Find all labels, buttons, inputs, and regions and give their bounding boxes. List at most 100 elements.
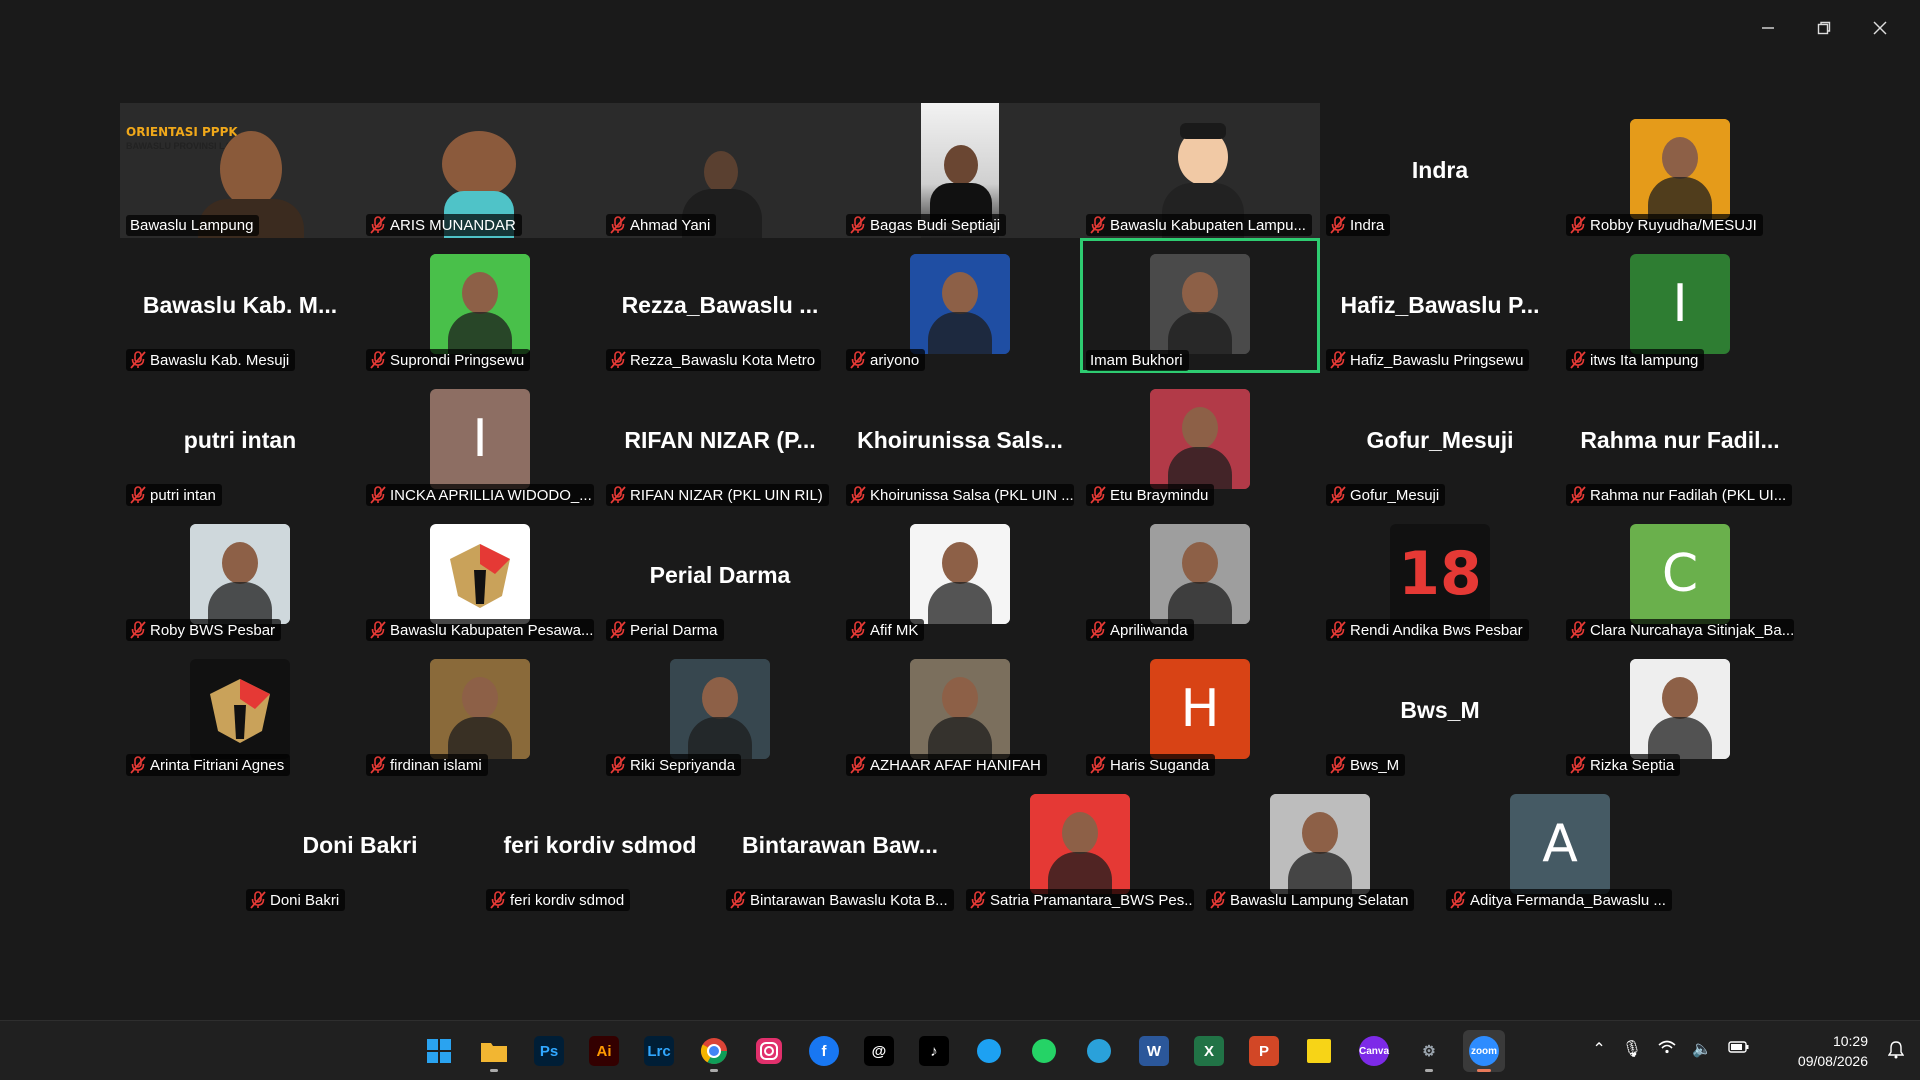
- participant-name-label: Rezza_Bawaslu Kota Metro: [606, 349, 822, 371]
- participant-tile[interactable]: ARIS MUNANDAR: [360, 103, 600, 238]
- gallery-row: Arinta Fitriani Agnes firdinan islami Riki…: [120, 643, 1800, 778]
- participant-tile[interactable]: Bawaslu Kabupaten Lampu...: [1080, 103, 1320, 238]
- participant-tile[interactable]: AZHAAR AFAF HANIFAH: [840, 643, 1080, 778]
- battery-icon[interactable]: [1728, 1040, 1750, 1058]
- participant-name: Bawaslu Lampung Selatan: [1230, 891, 1409, 909]
- participant-tile[interactable]: Bawaslu Kabupaten Pesawa...: [360, 508, 600, 643]
- taskbar-facebook-button[interactable]: f: [803, 1030, 845, 1072]
- participant-tile[interactable]: C Clara Nurcahaya Sitinjak_Ba...: [1560, 508, 1800, 643]
- taskbar-excel-button[interactable]: X: [1188, 1030, 1230, 1072]
- taskbar-sticky-notes-button[interactable]: [1298, 1030, 1340, 1072]
- muted-mic-icon: [370, 621, 386, 639]
- taskbar-instagram-button[interactable]: [748, 1030, 790, 1072]
- participant-tile[interactable]: Apriliwanda: [1080, 508, 1320, 643]
- taskbar-chrome-button[interactable]: [693, 1030, 735, 1072]
- participant-tile[interactable]: firdinan islami: [360, 643, 600, 778]
- participant-tile[interactable]: H Haris Suganda: [1080, 643, 1320, 778]
- participant-tile[interactable]: ORIENTASI PPPK BAWASLU PROVINSI LA Bawaslu…: [120, 103, 360, 238]
- participant-tile[interactable]: Indra Indra: [1320, 103, 1560, 238]
- participant-tile[interactable]: Gofur_Mesuji Gofur_Mesuji: [1320, 373, 1560, 508]
- taskbar-powerpoint-button[interactable]: P: [1243, 1030, 1285, 1072]
- participant-tile[interactable]: feri kordiv sdmod feri kordiv sdmod: [480, 778, 720, 913]
- participant-tile[interactable]: Robby Ruyudha/MESUJI: [1560, 103, 1800, 238]
- taskbar-canva-button[interactable]: Canva: [1353, 1030, 1395, 1072]
- participant-tile[interactable]: Etu Braymindu: [1080, 373, 1320, 508]
- participant-tile[interactable]: Bawaslu Kab. M... Bawaslu Kab. Mesuji: [120, 238, 360, 373]
- participant-tile[interactable]: Arinta Fitriani Agnes: [120, 643, 360, 778]
- taskbar-file-explorer-button[interactable]: [473, 1030, 515, 1072]
- gallery-row: putri intan putri intan I INCKA APRILLIA WI…: [120, 373, 1800, 508]
- participant-tile[interactable]: Riki Sepriyanda: [600, 643, 840, 778]
- participant-tile[interactable]: Roby BWS Pesbar: [120, 508, 360, 643]
- participant-tile[interactable]: I INCKA APRILLIA WIDODO_...: [360, 373, 600, 508]
- taskbar-twitter-button[interactable]: [968, 1030, 1010, 1072]
- participant-tile[interactable]: Bws_M Bws_M: [1320, 643, 1560, 778]
- chevron-up-icon[interactable]: ⌃: [1592, 1039, 1605, 1059]
- participant-name: Bawaslu Lampung: [130, 217, 254, 234]
- participant-name: Apriliwanda: [1110, 621, 1188, 639]
- participant-tile[interactable]: Satria Pramantara_BWS Pes...: [960, 778, 1200, 913]
- participant-tile[interactable]: Khoirunissa Sals... Khoirunissa Salsa (PK…: [840, 373, 1080, 508]
- taskbar-tiktok-button[interactable]: ♪: [913, 1030, 955, 1072]
- participant-tile[interactable]: RIFAN NIZAR (P... RIFAN NIZAR (PKL UIN RI…: [600, 373, 840, 508]
- participant-name: Roby BWS Pesbar: [150, 621, 276, 639]
- taskbar-settings-button[interactable]: ⚙: [1408, 1030, 1450, 1072]
- participant-avatar: 18: [1390, 524, 1490, 624]
- participant-tile[interactable]: Iitws Ita lampung: [1560, 238, 1800, 373]
- participant-tile[interactable]: Ahmad Yani: [600, 103, 840, 238]
- notification-icon[interactable]: [1887, 1041, 1905, 1064]
- participant-tile[interactable]: Imam Bukhori: [1080, 238, 1320, 373]
- restore-button[interactable]: [1796, 14, 1852, 42]
- running-indicator: [1425, 1069, 1433, 1072]
- participant-tile[interactable]: Bintarawan Baw... Bintarawan Bawaslu Kota…: [720, 778, 960, 913]
- participant-tile[interactable]: A Aditya Fermanda_Bawaslu ...: [1440, 778, 1680, 913]
- volume-icon[interactable]: 🔈: [1692, 1039, 1712, 1059]
- participant-name: itws Ita lampung: [1590, 351, 1699, 369]
- taskbar-zoom-button[interactable]: zoom: [1463, 1030, 1505, 1072]
- taskbar-threads-button[interactable]: @: [858, 1030, 900, 1072]
- participant-tile[interactable]: Hafiz_Bawaslu P... Hafiz_Bawaslu Pringsew…: [1320, 238, 1560, 373]
- participant-tile[interactable]: Rizka Septia: [1560, 643, 1800, 778]
- taskbar-lightroom-classic-button[interactable]: Lrc: [638, 1030, 680, 1072]
- illustrator-icon: Ai: [589, 1036, 619, 1066]
- participant-tile[interactable]: Rahma nur Fadil... Rahma nur Fadilah (PKL…: [1560, 373, 1800, 508]
- avatar-initial: I: [1672, 274, 1688, 334]
- word-icon: W: [1139, 1036, 1169, 1066]
- muted-mic-icon: [1330, 486, 1346, 504]
- participant-name-label: Roby BWS Pesbar: [126, 619, 282, 641]
- muted-mic-icon: [1330, 756, 1346, 774]
- zoom-meeting-window: ORIENTASI PPPK BAWASLU PROVINSI LA Bawaslu…: [0, 0, 1920, 1020]
- windows-taskbar: Ps Ai Lrc f @ ♪ W X P Canva ⚙ zoom ⌃ 🎙 🔈 10:29 09/0…: [0, 1020, 1920, 1080]
- taskbar-illustrator-button[interactable]: Ai: [583, 1030, 625, 1072]
- folder-icon: [481, 1043, 507, 1062]
- participant-tile[interactable]: ariyono: [840, 238, 1080, 373]
- participant-avatar: [430, 254, 530, 354]
- participant-tile[interactable]: 18 Rendi Andika Bws Pesbar: [1320, 508, 1560, 643]
- taskbar-whatsapp-button[interactable]: [1023, 1030, 1065, 1072]
- powerpoint-icon: P: [1249, 1036, 1279, 1066]
- microphone-icon[interactable]: 🎙: [1622, 1039, 1642, 1059]
- participant-name: AZHAAR AFAF HANIFAH: [870, 756, 1041, 774]
- participant-tile[interactable]: Suprondi Pringsewu: [360, 238, 600, 373]
- participant-tile[interactable]: Bagas Budi Septiaji: [840, 103, 1080, 238]
- taskbar-word-button[interactable]: W: [1133, 1030, 1175, 1072]
- participant-name: Arinta Fitriani Agnes: [150, 756, 285, 774]
- minimize-button[interactable]: [1740, 14, 1796, 42]
- taskbar-photoshop-button[interactable]: Ps: [528, 1030, 570, 1072]
- muted-mic-icon: [1210, 891, 1226, 909]
- participant-tile[interactable]: Bawaslu Lampung Selatan: [1200, 778, 1440, 913]
- twitter-icon: [977, 1039, 1001, 1063]
- close-button[interactable]: [1852, 14, 1908, 42]
- taskbar-start-button[interactable]: [418, 1030, 460, 1072]
- participant-display-name: putri intan: [183, 427, 297, 453]
- wifi-icon[interactable]: [1658, 1040, 1676, 1059]
- taskbar-clock[interactable]: 10:29 09/08/2026: [1798, 1031, 1868, 1071]
- participant-tile[interactable]: Perial Darma Perial Darma: [600, 508, 840, 643]
- gallery-row: Bawaslu Kab. M... Bawaslu Kab. Mesuji Supr…: [120, 238, 1800, 373]
- taskbar-telegram-button[interactable]: [1078, 1030, 1120, 1072]
- participant-tile[interactable]: putri intan putri intan: [120, 373, 360, 508]
- participant-tile[interactable]: Rezza_Bawaslu ... Rezza_Bawaslu Kota Metr…: [600, 238, 840, 373]
- participant-tile[interactable]: Afif MK: [840, 508, 1080, 643]
- participant-tile[interactable]: Doni Bakri Doni Bakri: [240, 778, 480, 913]
- participant-display-name: Doni Bakri: [302, 832, 418, 858]
